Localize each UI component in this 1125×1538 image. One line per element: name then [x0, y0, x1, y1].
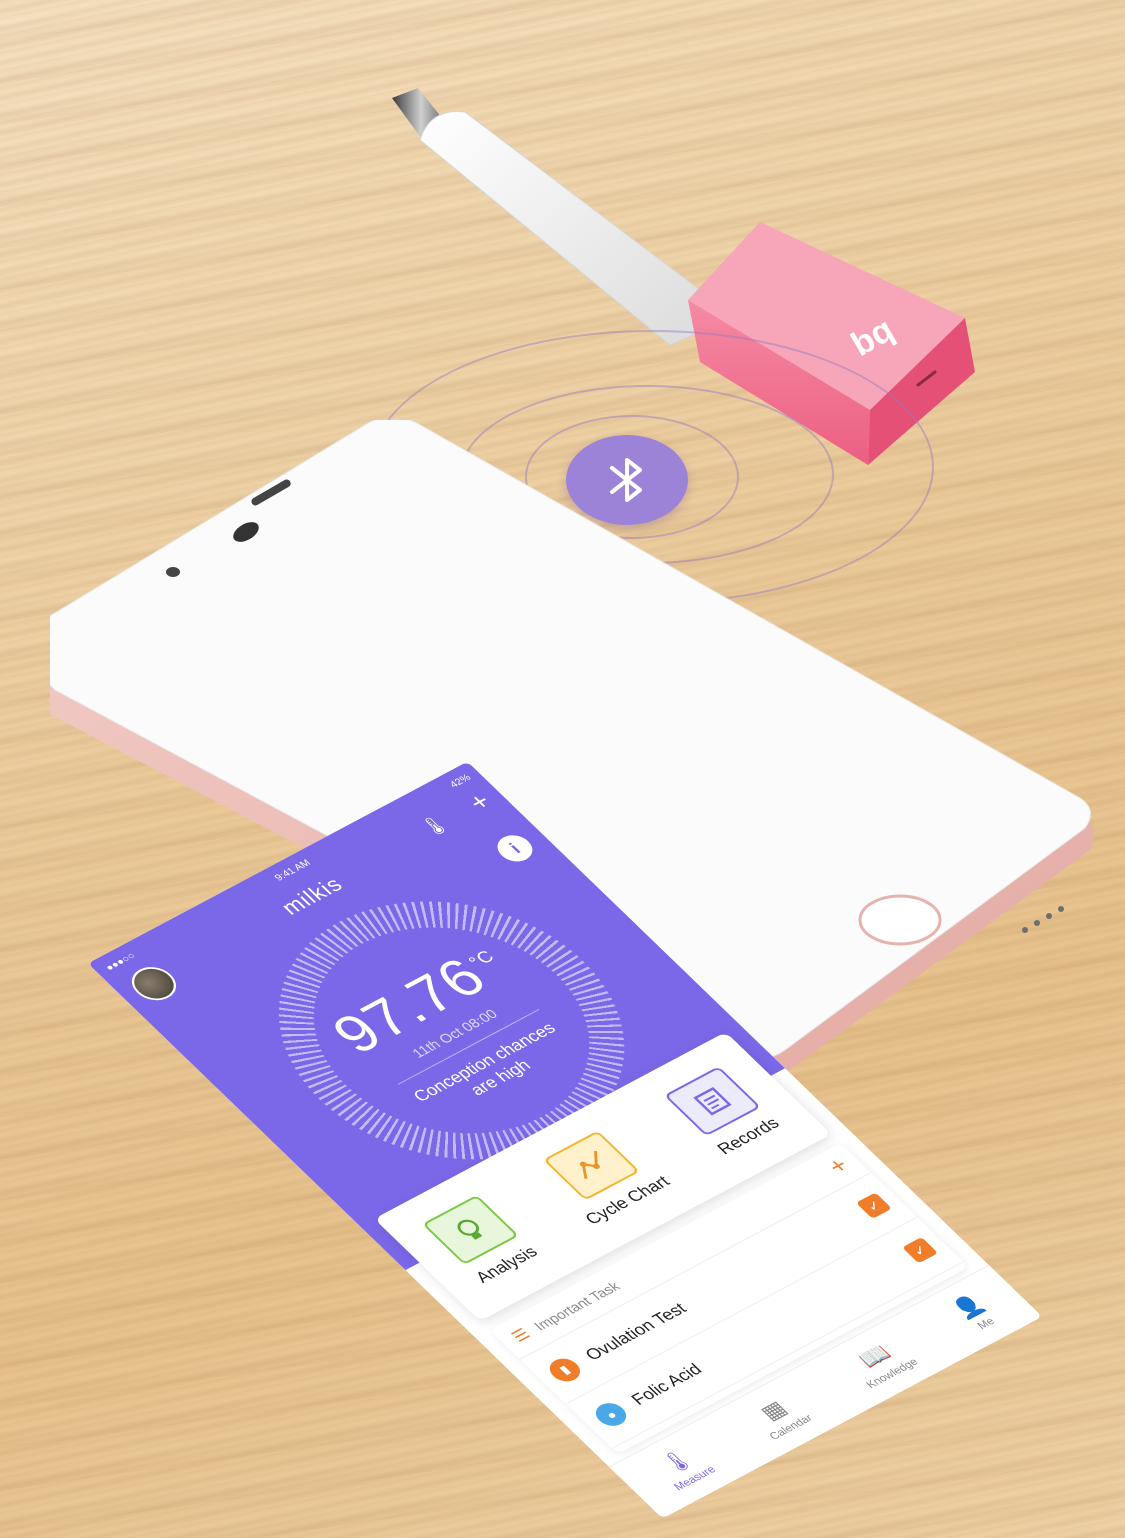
task-label: Folic Acid [627, 1360, 706, 1409]
product-scene: bq ●●●○○ 9:41 AM 42% milkis 🌡 + i 97.76°… [0, 0, 1125, 1538]
task-check-icon[interactable]: ✓ [902, 1237, 939, 1264]
list-icon: ☰ [508, 1326, 535, 1346]
records-card[interactable]: Records [663, 1066, 784, 1159]
tab-me-label: Me [974, 1315, 998, 1332]
add-task-icon[interactable]: + [822, 1153, 856, 1180]
smartphone: ●●●○○ 9:41 AM 42% milkis 🌡 + i 97.76°C 1… [50, 420, 1110, 1519]
ovulation-test-icon: ▮ [543, 1354, 587, 1386]
info-icon[interactable]: i [490, 830, 540, 867]
calendar-icon: ▦ [754, 1396, 793, 1425]
cycle-chart-card[interactable]: Cycle Chart [531, 1124, 674, 1229]
analysis-card[interactable]: Analysis [421, 1194, 542, 1288]
folic-acid-icon: ● [589, 1398, 633, 1431]
tab-calendar[interactable]: ▦ Calendar [744, 1391, 816, 1442]
battery-level: 42% [447, 772, 474, 790]
tab-measure[interactable]: 🌡 Measure [649, 1442, 719, 1493]
tab-me[interactable]: 👤 Me [947, 1291, 1003, 1335]
task-check-icon[interactable]: ✓ [855, 1192, 892, 1219]
tab-knowledge[interactable]: 📖 Knowledge [841, 1334, 921, 1391]
